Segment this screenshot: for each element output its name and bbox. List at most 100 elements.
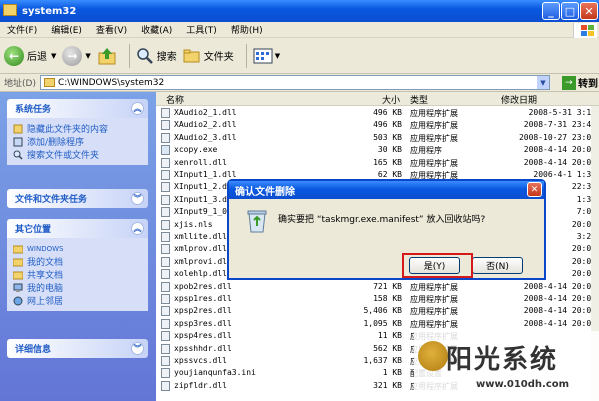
file-name: xmlprov.dll bbox=[174, 244, 227, 254]
file-row[interactable]: xpsp2res.dll 5,406 KB 应用程序扩展 2008-4-14 20:0… bbox=[156, 305, 599, 317]
file-type: 应用程序扩展 bbox=[410, 307, 458, 317]
address-label: 地址(D) bbox=[4, 79, 36, 89]
folders-button[interactable]: 文件夹 bbox=[183, 48, 234, 64]
task-add-remove[interactable]: 添加/删除程序 bbox=[13, 135, 142, 148]
file-name: XAudio2_1.dll bbox=[174, 108, 237, 117]
file-name: xpssvcs.dll bbox=[174, 356, 227, 365]
sun-logo-icon bbox=[418, 341, 448, 371]
menu-edit[interactable]: 编辑(E) bbox=[44, 23, 89, 36]
file-icon bbox=[161, 294, 170, 304]
collapse-icon[interactable]: ︽ bbox=[131, 102, 144, 115]
expand-icon[interactable]: ︾ bbox=[131, 192, 144, 205]
file-icon bbox=[161, 318, 170, 329]
file-tasks-header[interactable]: 文件和文件夹任务 ︾ bbox=[7, 189, 148, 208]
back-label: 后退 bbox=[27, 52, 47, 63]
menu-help[interactable]: 帮助(H) bbox=[224, 23, 270, 36]
place-my-computer[interactable]: 我的电脑 bbox=[13, 281, 142, 294]
file-row[interactable]: XAudio2_1.dll 496 KB 应用程序扩展 2008-5-31 3:19 bbox=[156, 107, 599, 119]
file-type: 应用程序扩展 bbox=[410, 121, 458, 131]
file-name: xpsp4res.dll bbox=[174, 331, 232, 341]
file-size: 30 KB bbox=[377, 145, 402, 155]
file-size: 1,095 KB bbox=[363, 318, 402, 328]
file-date: 2008-4-14 20:00 bbox=[523, 318, 596, 328]
forward-button[interactable]: → ▼ bbox=[62, 45, 91, 66]
place-shared-documents[interactable]: 共享文档 bbox=[13, 268, 142, 281]
place-my-documents[interactable]: 我的文档 bbox=[13, 255, 142, 268]
views-button[interactable]: ▼ bbox=[253, 48, 280, 64]
file-row[interactable]: XAudio2_3.dll 503 KB 应用程序扩展 2008-10-27 23:0… bbox=[156, 132, 599, 144]
expand-icon[interactable]: ︾ bbox=[131, 342, 144, 355]
column-name[interactable]: 名称 bbox=[166, 93, 184, 106]
window-title: system32 bbox=[22, 5, 77, 17]
file-icon bbox=[161, 356, 170, 366]
task-hide-contents[interactable]: 隐藏此文件夹的内容 bbox=[13, 122, 142, 135]
forward-arrow-icon: → bbox=[62, 45, 83, 66]
chevron-down-icon[interactable]: ▼ bbox=[51, 52, 56, 60]
place-label: WINDOWS bbox=[27, 244, 64, 253]
file-date: 2008-4-14 20:00 bbox=[523, 145, 596, 155]
computer-icon bbox=[13, 283, 23, 292]
system-tasks-header[interactable]: 系统任务 ︽ bbox=[7, 99, 148, 118]
file-row[interactable]: xcopy.exe 30 KB 应用程序 2008-4-14 20:00 bbox=[156, 144, 599, 156]
file-icon bbox=[161, 269, 170, 280]
folder-icon bbox=[13, 245, 23, 253]
menu-bar: 文件(F) 编辑(E) 查看(V) 收藏(A) 工具(T) 帮助(H) bbox=[0, 22, 599, 38]
file-icon bbox=[161, 182, 170, 193]
file-type: 应用程序扩展 bbox=[410, 295, 458, 304]
file-icon bbox=[161, 170, 170, 180]
search-button[interactable]: 搜索 bbox=[136, 47, 177, 65]
column-type[interactable]: 类型 bbox=[410, 93, 428, 106]
menu-tools[interactable]: 工具(T) bbox=[179, 23, 224, 36]
file-row[interactable]: xpsp3res.dll 1,095 KB 应用程序扩展 2008-4-14 20:0… bbox=[156, 318, 599, 330]
add-remove-icon bbox=[13, 137, 23, 146]
file-row[interactable]: XAudio2_2.dll 496 KB 应用程序扩展 2008-7-31 23:40 bbox=[156, 119, 599, 131]
panel-title: 其它位置 bbox=[15, 225, 52, 235]
place-network[interactable]: 网上邻居 bbox=[13, 294, 142, 307]
file-size: 11 KB bbox=[377, 331, 402, 341]
maximize-button[interactable]: □ bbox=[561, 2, 579, 20]
recycle-bin-icon bbox=[247, 210, 267, 233]
file-icon bbox=[161, 157, 170, 168]
file-date: 2008-10-27 23:04 bbox=[518, 132, 596, 142]
file-type: 应用程序扩展 bbox=[410, 282, 458, 292]
close-button[interactable]: ✕ bbox=[580, 2, 598, 20]
place-windows[interactable]: WINDOWS bbox=[13, 242, 142, 255]
dialog-close-button[interactable]: ✕ bbox=[527, 182, 542, 197]
go-button[interactable]: 转到 bbox=[578, 75, 598, 90]
shared-folder-icon bbox=[13, 271, 23, 279]
folder-icon bbox=[13, 258, 23, 266]
panel-title: 文件和文件夹任务 bbox=[15, 195, 88, 205]
collapse-icon[interactable]: ︽ bbox=[131, 222, 144, 235]
no-button[interactable]: 否(N) bbox=[472, 257, 523, 274]
up-folder-button[interactable] bbox=[97, 46, 117, 66]
file-row[interactable]: xenroll.dll 165 KB 应用程序扩展 2008-4-14 20:00 bbox=[156, 157, 599, 169]
menu-file[interactable]: 文件(F) bbox=[0, 23, 44, 36]
windows-logo-icon bbox=[573, 23, 597, 38]
watermark-url: www.010dh.com bbox=[476, 379, 570, 390]
confirm-delete-dialog: 确认文件删除 ✕ 确实要把 “taskmgr.exe.manifest” 放入回… bbox=[227, 179, 546, 280]
address-input[interactable]: C:\WINDOWS\system32 ▼ bbox=[39, 75, 550, 90]
file-size: 165 KB bbox=[373, 157, 402, 167]
minimize-button[interactable]: _ bbox=[542, 2, 560, 20]
chevron-down-icon[interactable]: ▼ bbox=[85, 52, 90, 60]
search-label: 搜索 bbox=[156, 52, 177, 63]
file-row[interactable]: xpsp1res.dll 158 KB 应用程序扩展 2008-4-14 20:00 bbox=[156, 293, 599, 305]
details-header[interactable]: 详细信息 ︾ bbox=[7, 339, 148, 358]
task-search[interactable]: 搜索文件或文件夹 bbox=[13, 148, 142, 161]
file-row[interactable]: xpob2res.dll 721 KB 应用程序扩展 2008-4-14 20:00 bbox=[156, 281, 599, 293]
column-size[interactable]: 大小 bbox=[382, 93, 400, 106]
system-tasks-panel: 系统任务 ︽ 隐藏此文件夹的内容 添加/删除程序 搜索文件或文件夹 bbox=[7, 99, 148, 165]
chevron-down-icon[interactable]: ▼ bbox=[536, 76, 549, 89]
file-tasks-panel: 文件和文件夹任务 ︾ bbox=[7, 189, 148, 208]
other-places-header[interactable]: 其它位置 ︽ bbox=[7, 219, 148, 238]
go-arrow-icon[interactable]: → bbox=[561, 75, 576, 90]
menu-view[interactable]: 查看(V) bbox=[89, 23, 134, 36]
column-modified[interactable]: 修改日期 bbox=[501, 93, 537, 106]
file-name: XAudio2_2.dll bbox=[174, 120, 237, 130]
chevron-down-icon[interactable]: ▼ bbox=[275, 52, 280, 60]
menu-favorites[interactable]: 收藏(A) bbox=[134, 23, 179, 36]
file-name: youjianqunfa3.ini bbox=[174, 368, 256, 378]
file-date: 2006-4-1 1:39 bbox=[533, 170, 596, 179]
panel-title: 详细信息 bbox=[15, 345, 52, 355]
back-button[interactable]: ← 后退 ▼ bbox=[4, 45, 56, 66]
